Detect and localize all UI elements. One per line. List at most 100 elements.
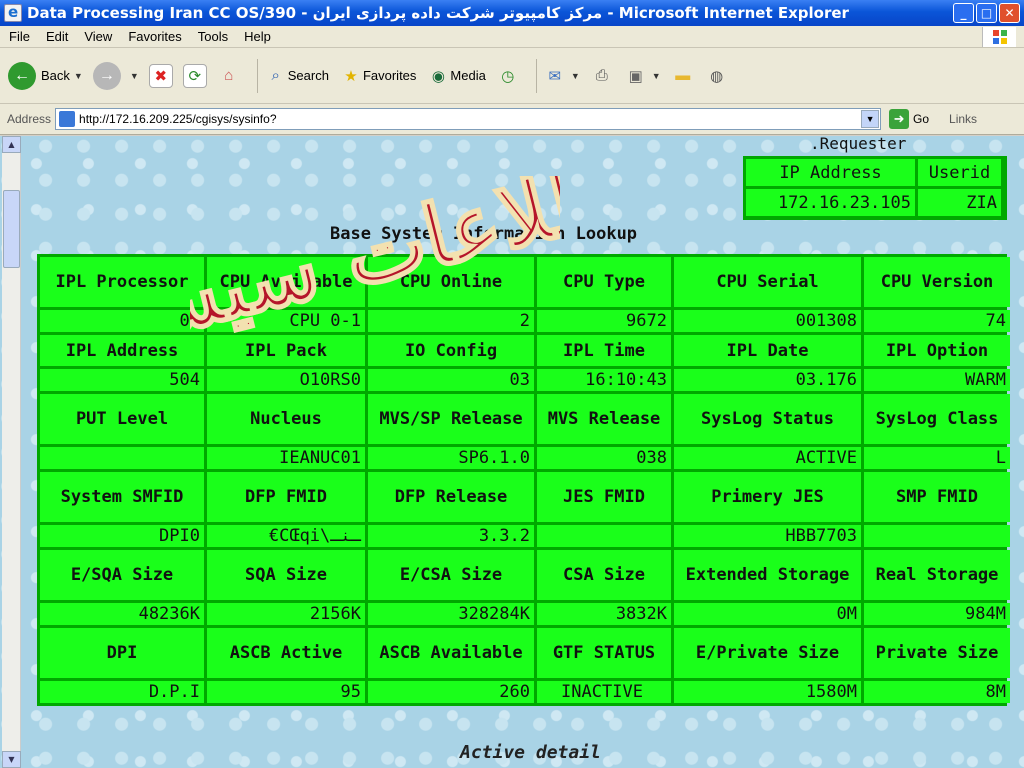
active-detail-link[interactable]: Active detail	[460, 742, 601, 763]
column-header: GTF STATUS	[537, 628, 671, 678]
scroll-up-icon[interactable]: ▲	[2, 136, 21, 153]
column-header: CPU Available	[207, 257, 365, 307]
chevron-down-icon: ▼	[570, 70, 580, 81]
column-header: IPL Time	[537, 335, 671, 366]
go-button[interactable]: ➜ Go	[889, 109, 929, 129]
column-header: DFP Release	[368, 472, 534, 522]
table-cell: 2156K	[207, 603, 365, 625]
table-cell: 0M	[674, 603, 861, 625]
chevron-down-icon: ▼	[129, 70, 139, 81]
address-box[interactable]: ▼	[55, 108, 882, 130]
scroll-down-icon[interactable]: ▼	[2, 751, 21, 768]
minimize-button[interactable]: _	[953, 3, 974, 23]
home-button[interactable]: ⌂	[217, 64, 241, 88]
messenger-button[interactable]: ◍	[705, 64, 729, 88]
stop-icon: ✖	[148, 63, 173, 88]
stop-button[interactable]: ✖	[148, 63, 173, 88]
menu-edit[interactable]: Edit	[37, 29, 75, 44]
links-button[interactable]: Links	[949, 112, 977, 126]
history-button[interactable]: ◷	[496, 64, 520, 88]
column-header: ASCB Available	[368, 628, 534, 678]
toolbar-separator	[256, 58, 258, 93]
requester-title: .Requester	[810, 136, 907, 153]
back-button[interactable]: ← Back ▼	[8, 61, 83, 90]
column-header: IO Config	[368, 335, 534, 366]
menu-tools[interactable]: Tools	[189, 29, 235, 44]
table-cell: 984M	[864, 603, 1010, 625]
window-controls: _ □ ✕	[953, 3, 1020, 23]
media-label: Media	[450, 68, 486, 83]
chevron-down-icon: ▼	[651, 70, 661, 81]
table-cell: WARM	[864, 369, 1010, 391]
column-header: E/CSA Size	[368, 550, 534, 600]
refresh-icon: ⟳	[182, 63, 207, 88]
table-cell: 00	[40, 310, 204, 332]
forward-arrow-icon: →	[92, 61, 121, 90]
folder-button[interactable]: ▬	[671, 64, 695, 88]
column-header: MVS/SP Release	[368, 394, 534, 444]
toolbar: ← Back ▼ → ▼ ✖ ⟳ ⌂ ⌕ Search ★ Favorites …	[0, 48, 1024, 104]
menu-favorites[interactable]: Favorites	[119, 29, 188, 44]
column-header: CPU Type	[537, 257, 671, 307]
windows-logo-icon	[982, 27, 1016, 47]
menu-bar: File Edit View Favorites Tools Help	[0, 26, 1024, 48]
title-bar: Data Processing Iran CC OS/390 - مرکز کا…	[0, 0, 1024, 26]
chat-icon: ◍	[710, 67, 724, 85]
column-header: SysLog Class	[864, 394, 1010, 444]
search-button[interactable]: ⌕ Search	[264, 64, 329, 88]
favorites-button[interactable]: ★ Favorites	[339, 64, 416, 88]
menu-view[interactable]: View	[75, 29, 119, 44]
column-header: Primery JES	[674, 472, 861, 522]
requester-table: IP Address Userid 172.16.23.105 ZIA	[743, 156, 1007, 220]
vertical-scrollbar[interactable]: ▲ ▼	[2, 136, 21, 768]
table-cell: 48236K	[40, 603, 204, 625]
media-button[interactable]: ◉ Media	[426, 64, 486, 88]
column-header: IPL Processor	[40, 257, 204, 307]
table-cell: 9672	[537, 310, 671, 332]
table-cell: 260	[368, 681, 534, 703]
column-header: E/SQA Size	[40, 550, 204, 600]
toolbar-separator	[535, 58, 537, 93]
menu-file[interactable]: File	[0, 29, 37, 44]
search-label: Search	[287, 68, 329, 83]
table-cell	[537, 525, 671, 547]
scroll-thumb[interactable]	[3, 190, 20, 268]
refresh-button[interactable]: ⟳	[182, 63, 207, 88]
column-header: DPI	[40, 628, 204, 678]
page-icon	[59, 111, 76, 127]
page-content: .Requester IP Address Userid 172.16.23.1…	[0, 136, 1024, 768]
ip-address-header: IP Address	[746, 159, 915, 186]
table-cell: 95	[207, 681, 365, 703]
table-cell: 74	[864, 310, 1010, 332]
forward-button[interactable]: → ▼	[92, 61, 139, 90]
system-info-table: IPL Processor CPU Available CPU Online CPU …	[37, 254, 1010, 706]
media-icon: ◉	[431, 67, 445, 85]
ip-address-value: 172.16.23.105	[746, 189, 915, 216]
edit-button[interactable]: ▣ ▼	[624, 64, 661, 88]
table-cell	[864, 525, 1010, 547]
column-header: Nucleus	[207, 394, 365, 444]
table-cell: 3832K	[537, 603, 671, 625]
print-button[interactable]: ⎙	[590, 64, 614, 88]
table-cell: HBB7703	[674, 525, 861, 547]
column-header: IPL Date	[674, 335, 861, 366]
close-button[interactable]: ✕	[999, 3, 1020, 23]
back-label: Back	[41, 68, 70, 83]
table-cell: D.P.I	[40, 681, 204, 703]
table-cell	[40, 447, 204, 469]
maximize-button[interactable]: □	[976, 3, 997, 23]
table-cell: 03.176	[674, 369, 861, 391]
star-icon: ★	[344, 67, 358, 85]
go-arrow-icon: ➜	[889, 109, 910, 129]
table-cell: 038	[537, 447, 671, 469]
mail-icon: ✉	[548, 67, 562, 85]
menu-help[interactable]: Help	[235, 29, 278, 44]
table-cell: DPI0	[40, 525, 204, 547]
column-header: E/Private Size	[674, 628, 861, 678]
chevron-down-icon[interactable]: ▼	[861, 110, 880, 128]
mail-button[interactable]: ✉ ▼	[543, 64, 580, 88]
chevron-down-icon: ▼	[73, 70, 83, 81]
address-input[interactable]	[79, 112, 840, 126]
table-cell: ACTIVE	[674, 447, 861, 469]
search-icon: ⌕	[271, 67, 280, 84]
